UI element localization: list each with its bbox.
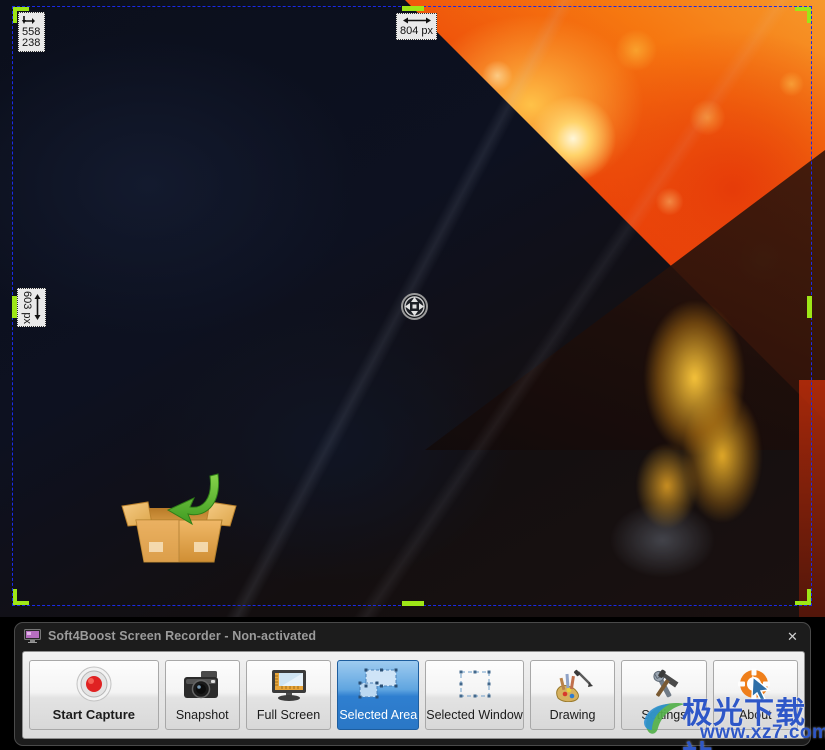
open-box-with-green-arrow-icon	[118, 462, 240, 567]
about-label: About	[738, 708, 772, 722]
selection-height-badge: 603 px	[17, 288, 46, 328]
selection-position-y: 238	[22, 37, 41, 49]
selection-position-badge: 558 238	[18, 12, 46, 52]
settings-label: Settings	[641, 708, 687, 722]
drawing-label: Drawing	[549, 708, 596, 722]
camera-icon	[166, 661, 239, 708]
settings-button[interactable]: Settings	[621, 660, 707, 730]
move-four-way-arrow-icon[interactable]	[401, 293, 428, 320]
paint-brushes-icon	[531, 661, 614, 708]
selection-window-icon	[426, 661, 523, 708]
screen: 558 238 804 px 603 px Soft4Boost Screen …	[0, 0, 825, 750]
vertical-resize-arrow-icon	[32, 291, 42, 323]
selected-area-button[interactable]: Selected Area	[337, 660, 420, 730]
title-bar[interactable]: Soft4Boost Screen Recorder - Non-activat…	[15, 623, 810, 649]
application-panel: Soft4Boost Screen Recorder - Non-activat…	[14, 622, 811, 746]
selection-area-icon	[338, 661, 418, 708]
main-toolbar: Start Capture Snapshot Full Screen Selec…	[22, 651, 805, 739]
snapshot-label: Snapshot	[175, 708, 229, 722]
full-screen-button[interactable]: Full Screen	[245, 660, 332, 730]
app-title: Soft4Boost Screen Recorder - Non-activat…	[48, 629, 317, 643]
snapshot-button[interactable]: Snapshot	[164, 660, 240, 730]
close-icon[interactable]: ✕	[784, 628, 801, 645]
selected-area-label: Selected Area	[339, 708, 418, 722]
lifebuoy-cursor-icon	[714, 661, 797, 708]
record-button-icon	[30, 661, 158, 707]
selected-window-button[interactable]: Selected Window	[425, 660, 524, 730]
full-screen-label: Full Screen	[256, 708, 321, 722]
start-capture-label: Start Capture	[52, 707, 135, 722]
selected-window-label: Selected Window	[426, 708, 523, 722]
selection-width-value: 804 px	[400, 25, 434, 37]
drawing-button[interactable]: Drawing	[529, 660, 616, 730]
screen-recorder-logo-icon	[24, 629, 41, 643]
start-capture-button[interactable]: Start Capture	[29, 660, 159, 730]
desktop-wallpaper: 558 238 804 px 603 px	[0, 0, 825, 617]
wrench-hammer-icon	[622, 661, 705, 708]
selection-height-value: 603 px	[21, 291, 33, 325]
about-button[interactable]: About	[712, 660, 798, 730]
monitor-ruler-icon	[247, 661, 330, 708]
selection-width-badge: 804 px	[396, 13, 438, 40]
